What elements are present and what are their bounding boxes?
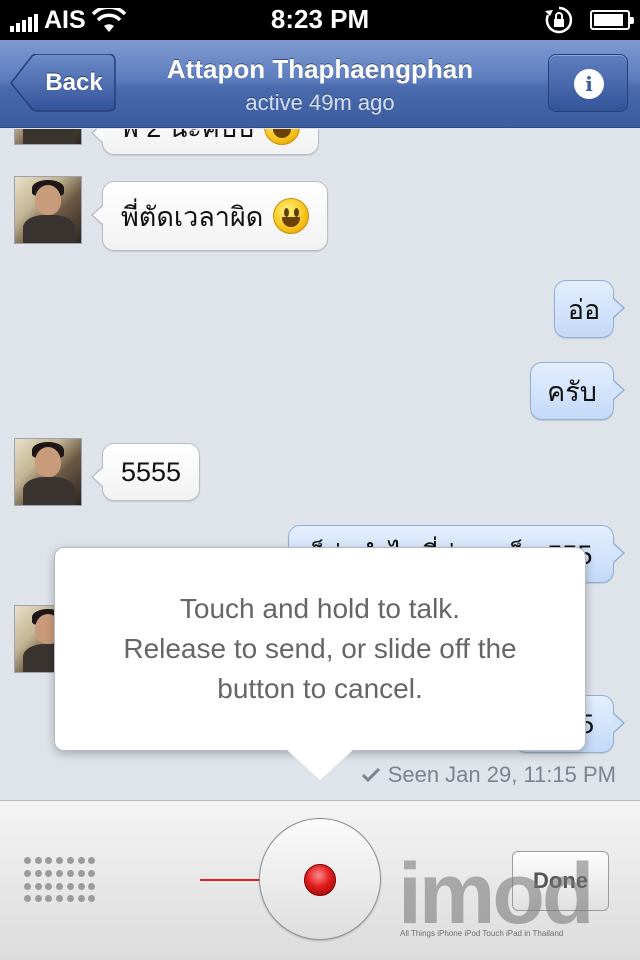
checkmark-icon — [361, 768, 380, 782]
smiley-emoji-icon — [264, 129, 301, 145]
incoming-message[interactable]: พี่ตัดเวลาผิด — [90, 181, 329, 251]
battery-icon — [590, 10, 634, 30]
active-status: active 49m ago — [245, 90, 395, 115]
incoming-message[interactable]: 5555 — [90, 443, 201, 501]
outgoing-message[interactable]: อ่อ — [554, 280, 625, 338]
record-icon — [304, 864, 336, 896]
voice-input-bar: Done imod All Things iPhone iPod Touch i… — [0, 800, 640, 960]
voice-hint-tooltip: Touch and hold to talk. Release to send,… — [54, 547, 586, 751]
contact-avatar[interactable] — [14, 176, 82, 244]
tooltip-pointer — [287, 750, 353, 780]
rotation-lock-icon — [545, 6, 573, 34]
watermark-tagline: All Things iPhone iPod Touch iPad in Tha… — [400, 929, 564, 938]
message-text: พี่ตัดเวลาผิด — [121, 201, 264, 232]
keypad-icon[interactable] — [24, 857, 96, 905]
seen-receipt: Seen Jan 29, 11:15 PM — [361, 762, 616, 788]
message-text: พี่ 2 นะคับบ — [121, 129, 254, 149]
smiley-emoji-icon — [273, 198, 310, 234]
contact-name: Attapon Thaphaengphan — [166, 54, 474, 84]
back-button[interactable]: Back — [10, 54, 116, 112]
tooltip-line: Touch and hold to talk. — [179, 593, 461, 624]
message-text: ครับ — [547, 376, 597, 407]
info-icon: i — [574, 69, 604, 99]
status-right — [544, 5, 634, 35]
done-button[interactable]: Done — [512, 851, 609, 911]
incoming-message[interactable]: พี่ 2 นะคับบ — [90, 129, 320, 155]
tooltip-line: Release to send, or slide off the — [123, 633, 517, 664]
message-text: อ่อ — [567, 294, 601, 325]
back-button-label: Back — [45, 69, 103, 96]
info-button[interactable]: i — [548, 54, 628, 112]
seen-text: Seen Jan 29, 11:15 PM — [387, 762, 616, 787]
message-text: 5555 — [121, 456, 182, 487]
status-bar: AIS 8:23 PM — [0, 0, 640, 40]
outgoing-message[interactable]: ครับ — [530, 362, 625, 420]
contact-avatar[interactable] — [14, 438, 82, 506]
navigation-bar: Back Attapon Thaphaengphan active 49m ag… — [0, 40, 640, 128]
tooltip-line: button to cancel. — [217, 673, 423, 704]
record-button[interactable] — [259, 818, 381, 940]
contact-avatar[interactable] — [14, 129, 82, 145]
